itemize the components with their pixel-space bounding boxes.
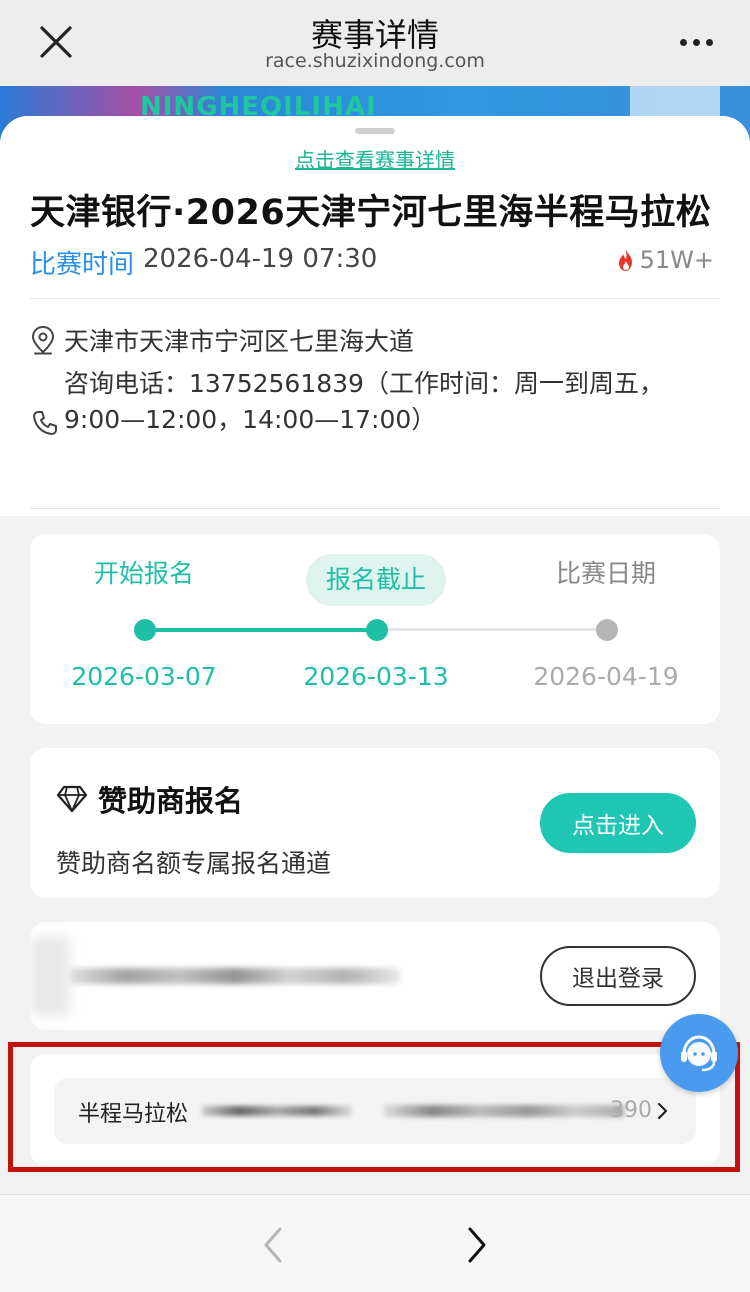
account-card: 退出登录 [30,922,720,1030]
sheet-grabber[interactable] [355,128,395,134]
race-title: 天津银行·2026天津宁河七里海半程马拉松 [30,193,712,233]
headset-icon [681,1035,717,1072]
chevron-left-icon [264,1227,282,1263]
timeline-dot-race [596,619,618,641]
logout-button[interactable]: 退出登录 [540,946,696,1006]
sponsor-registration-card: 赞助商报名 赞助商名额专属报名通道 点击进入 [30,748,720,898]
phone-icon [33,411,57,435]
address-text: 天津市天津市宁河区七里海大道 [64,327,415,356]
timeline-line-pending [388,628,598,631]
page-url: race.shuzixindong.com [265,50,485,72]
popularity-badge: 51W+ [616,246,714,274]
race-time-label: 比赛时间 [30,250,135,280]
timeline-step-race: 比赛日期 [555,559,656,588]
avatar [30,936,70,1016]
customer-service-button[interactable] [660,1014,738,1092]
timeline-dot-deadline [366,619,388,641]
timeline-step-start: 开始报名 [93,559,194,588]
location-pin-icon [31,325,55,355]
sponsor-title: 赞助商报名 [56,778,243,820]
sponsor-enter-button[interactable]: 点击进入 [540,793,696,853]
bottom-nav-bar [0,1194,750,1292]
event-detail-link[interactable]: 点击查看赛事详情 [0,144,750,173]
chevron-right-icon [468,1227,486,1263]
popularity-count: 51W+ [639,246,714,274]
timeline-line-done [156,628,376,632]
registration-timeline: 开始报名 报名截止 比赛日期 2026-03-07 2026-03-13 202… [30,534,720,724]
diamond-icon [56,785,88,813]
timeline-step-deadline: 报名截止 [306,554,446,606]
more-options-button[interactable] [672,20,720,64]
phone-text[interactable]: 咨询电话：13752561839（工作时间：周一到周五，9:00—12:00，1… [64,366,720,438]
forward-button[interactable] [452,1221,500,1269]
sponsor-title-text: 赞助商报名 [98,784,244,818]
address-row: 天津市天津市宁河区七里海大道 [30,322,414,358]
sponsor-subtitle: 赞助商名额专属报名通道 [56,849,332,878]
redacted-username [70,968,400,984]
race-time-value: 2026-04-19 07:30 [143,244,378,274]
event-info-panel [0,116,750,516]
fire-icon [618,249,632,271]
timeline-dot-start [134,619,156,641]
more-icon [679,38,687,46]
timeline-date-race: 2026-04-19 [533,662,679,691]
divider [30,298,720,299]
timeline-date-start: 2026-03-07 [71,662,217,691]
highlight-box [8,1042,740,1172]
top-nav-bar: 赛事详情 race.shuzixindong.com [0,0,750,86]
back-button[interactable] [250,1221,298,1269]
timeline-date-deadline: 2026-03-13 [303,662,449,691]
divider [30,508,720,509]
